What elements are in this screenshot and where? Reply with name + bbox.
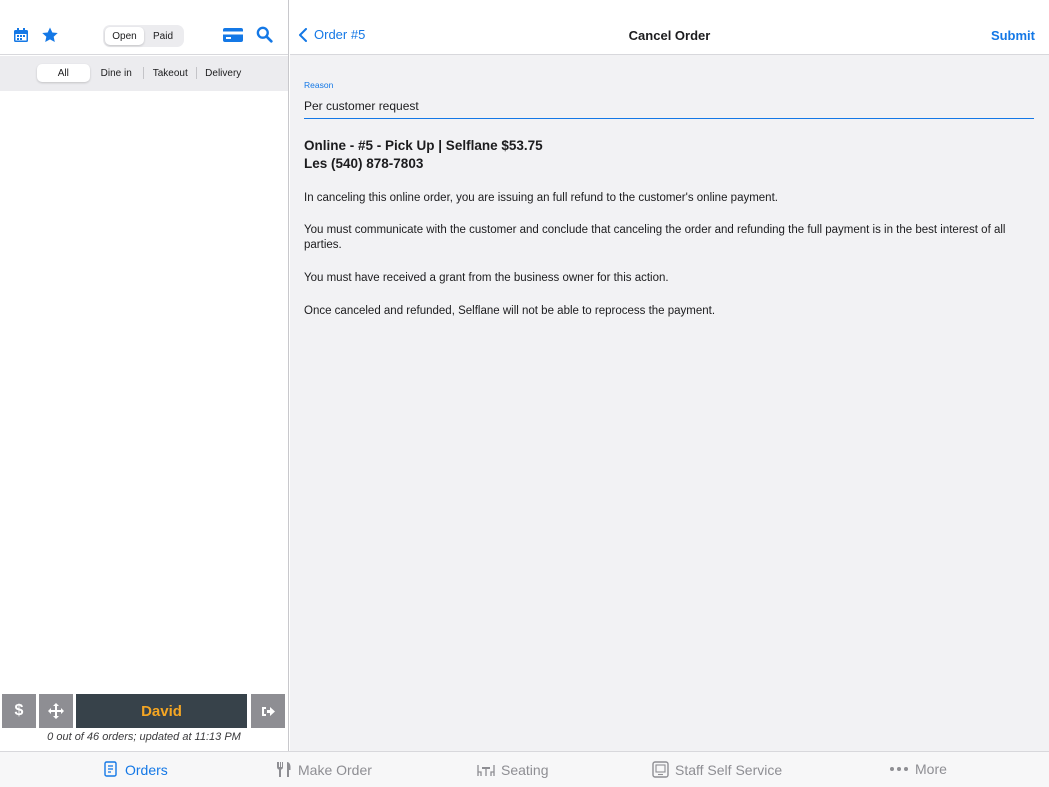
current-user-button[interactable]: David xyxy=(76,694,247,728)
tab-orders[interactable]: Orders xyxy=(103,761,168,778)
order-summary: Online - #5 - Pick Up | Selflane $53.75 … xyxy=(304,137,543,173)
tab-more[interactable]: More xyxy=(889,761,947,777)
tab-bar: Orders Make Order Seating Staff Self Ser… xyxy=(0,751,1049,787)
refund-notice-paragraph: In canceling this online order, you are … xyxy=(304,192,778,204)
page-title: Cancel Order xyxy=(628,28,711,43)
filter-dine-in[interactable]: Dine in xyxy=(90,64,144,82)
tab-label: Seating xyxy=(501,761,549,778)
filter-all[interactable]: All xyxy=(37,64,90,82)
tab-label: Staff Self Service xyxy=(675,761,783,778)
receipt-icon xyxy=(104,761,117,777)
order-filter-bar: All Dine in Takeout Delivery xyxy=(0,56,288,91)
reason-label: Reason xyxy=(304,80,334,90)
filter-delivery[interactable]: Delivery xyxy=(197,64,249,82)
logout-button[interactable] xyxy=(251,694,285,728)
star-icon[interactable] xyxy=(40,25,60,45)
seating-icon xyxy=(477,765,495,776)
customer-contact-line: Les (540) 878-7803 xyxy=(304,156,424,171)
nav-bar: Order #5 Cancel Order Submit xyxy=(290,0,1049,55)
filter-takeout[interactable]: Takeout xyxy=(144,64,197,82)
tab-label: More xyxy=(915,761,947,777)
grant-paragraph: You must have received a grant from the … xyxy=(304,272,669,284)
app-root: Open Paid All Dine in Takeout Delivery $… xyxy=(0,0,1049,787)
cash-button[interactable]: $ xyxy=(2,694,36,728)
credit-card-icon[interactable] xyxy=(222,26,244,44)
orders-list xyxy=(0,91,288,691)
tab-staff-self-service[interactable]: Staff Self Service xyxy=(652,761,782,778)
utensils-icon xyxy=(277,762,291,777)
sidebar-toolbar: $ David xyxy=(0,693,288,729)
segment-paid[interactable]: Paid xyxy=(144,27,182,45)
status-segmented-control: Open Paid xyxy=(103,25,184,47)
kiosk-icon xyxy=(652,761,669,778)
orders-sidebar: Open Paid All Dine in Takeout Delivery $… xyxy=(0,0,289,751)
tab-label: Orders xyxy=(125,761,168,778)
communication-paragraph: You must communicate with the customer a… xyxy=(304,224,1006,251)
segment-open[interactable]: Open xyxy=(105,27,144,45)
order-summary-line: Online - #5 - Pick Up | Selflane $53.75 xyxy=(304,138,543,153)
move-arrows-icon xyxy=(48,703,64,719)
tab-seating[interactable]: Seating xyxy=(477,761,548,778)
tab-label: Make Order xyxy=(298,761,372,778)
tab-make-order[interactable]: Make Order xyxy=(276,761,372,778)
submit-button[interactable]: Submit xyxy=(991,28,1035,43)
sign-out-icon xyxy=(262,706,275,716)
search-icon[interactable] xyxy=(254,24,274,44)
reprocess-warning-paragraph: Once canceled and refunded, Selflane wil… xyxy=(304,305,716,317)
reason-input[interactable]: Per customer request xyxy=(304,99,1034,119)
dollar-icon: $ xyxy=(14,702,24,719)
calendar-icon[interactable] xyxy=(12,26,30,44)
orders-status-text: 0 out of 46 orders; updated at 11:13 PM xyxy=(47,731,241,743)
more-dots-icon xyxy=(890,767,908,771)
move-button[interactable] xyxy=(39,694,73,728)
sidebar-header: Open Paid xyxy=(0,0,288,55)
order-type-segmented-control: All Dine in Takeout Delivery xyxy=(35,62,251,84)
cancel-order-pane: Order #5 Cancel Order Submit Reason Per … xyxy=(290,0,1049,751)
